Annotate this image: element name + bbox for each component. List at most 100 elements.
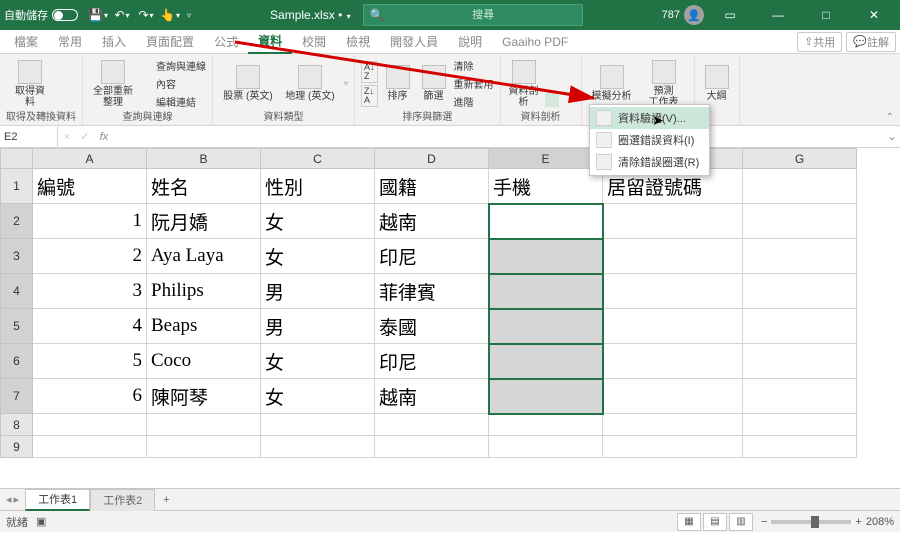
sheet-nav-next-icon[interactable]: ▸: [14, 493, 20, 506]
clear-filter-link[interactable]: 清除: [454, 58, 494, 74]
data-validation-button[interactable]: [545, 93, 559, 107]
minimize-icon[interactable]: —: [756, 0, 800, 30]
autosave-toggle[interactable]: 自動儲存: [4, 7, 78, 23]
tab-pagelayout[interactable]: 頁面配置: [136, 30, 204, 54]
tab-file[interactable]: 檔案: [4, 30, 48, 54]
tab-data[interactable]: 資料: [248, 30, 292, 54]
sort-az-button[interactable]: A↓Z: [361, 61, 378, 83]
sort-button[interactable]: 排序: [382, 63, 414, 104]
zoom-out-icon[interactable]: −: [761, 516, 767, 528]
zoom-slider[interactable]: [771, 520, 851, 524]
outline-icon: [705, 65, 729, 89]
from-table-icon[interactable]: [58, 94, 74, 110]
view-pagelayout-icon[interactable]: ▤: [703, 513, 727, 531]
tab-gaaiho[interactable]: Gaaiho PDF: [492, 30, 578, 54]
from-text-icon[interactable]: [58, 58, 74, 74]
search-input[interactable]: [391, 9, 576, 21]
save-icon[interactable]: 💾▾: [90, 7, 106, 23]
zoom-level[interactable]: 208%: [866, 516, 894, 528]
sort-za-button[interactable]: Z↓A: [361, 85, 378, 107]
status-mode: 就緒: [6, 514, 28, 530]
share-button[interactable]: ⇪ 共用: [797, 32, 842, 52]
record-macro-icon[interactable]: ▣: [36, 515, 46, 528]
whatif-button[interactable]: 模擬分析: [588, 63, 636, 104]
sort-icon: [386, 65, 410, 89]
comments-button[interactable]: 💬 註解: [846, 32, 896, 52]
relationships-icon[interactable]: [561, 77, 575, 91]
select-all-corner[interactable]: [1, 149, 33, 169]
filter-button[interactable]: 篩選: [418, 63, 450, 104]
geography-icon: [298, 65, 322, 89]
sheet-nav-prev-icon[interactable]: ◂: [6, 493, 12, 506]
outline-button[interactable]: 大綱: [701, 63, 733, 104]
spreadsheet-grid[interactable]: A B C D E F G 1 編號姓名性別國籍手機居留證號碼 2 1阮月嬌女越…: [0, 148, 900, 488]
ribbon-options-icon[interactable]: ▭: [708, 0, 752, 30]
user-badge[interactable]: 787 👤: [662, 5, 704, 25]
table-row: 6 5Coco女印尼: [1, 344, 857, 379]
menu-clear-circles[interactable]: 清除錯誤圈選(R): [590, 151, 709, 173]
status-bar: 就緒 ▣ ▦ ▤ ▥ − + 208%: [0, 510, 900, 532]
ribbon-tabs: 檔案 常用 插入 頁面配置 公式 資料 校閱 檢視 開發人員 說明 Gaaiho…: [0, 30, 900, 54]
forecast-icon: [652, 60, 676, 84]
advanced-link[interactable]: 進階: [454, 94, 494, 110]
sheet-tab-2[interactable]: 工作表2: [90, 489, 155, 511]
refresh-icon: [101, 60, 125, 84]
menu-circle-invalid[interactable]: 圈選錯誤資料(I): [590, 129, 709, 151]
fx-icon[interactable]: fx: [94, 131, 114, 143]
fx-cancel-icon[interactable]: ×: [58, 131, 76, 143]
tab-review[interactable]: 校閱: [292, 30, 336, 54]
tab-help[interactable]: 說明: [448, 30, 492, 54]
stocks-button[interactable]: 股票 (英文): [219, 63, 277, 104]
close-icon[interactable]: ✕: [852, 0, 896, 30]
maximize-icon[interactable]: □: [804, 0, 848, 30]
search-box[interactable]: 🔍: [363, 4, 583, 26]
sheet-tabs: ◂ ▸ 工作表1 工作表2 +: [0, 488, 900, 510]
manage-model-icon[interactable]: [561, 93, 575, 107]
touch-icon[interactable]: 👆▾: [162, 7, 178, 23]
text-to-columns-button[interactable]: 資料剖析: [507, 58, 541, 110]
refresh-all-button[interactable]: 全部重新整理: [89, 58, 137, 110]
collapse-ribbon-icon[interactable]: ⌃: [886, 112, 894, 123]
search-icon: 🔍: [370, 8, 385, 22]
validate-icon: [596, 110, 612, 126]
redo-icon[interactable]: ↷▾: [138, 7, 154, 23]
fx-confirm-icon[interactable]: ✓: [76, 130, 94, 143]
name-box[interactable]: E2: [0, 127, 58, 147]
circle-invalid-icon: [596, 132, 612, 148]
view-normal-icon[interactable]: ▦: [677, 513, 701, 531]
toggle-off-icon: [52, 9, 78, 21]
forecast-button[interactable]: 預測 工作表: [640, 58, 688, 110]
undo-icon[interactable]: ↶▾: [114, 7, 130, 23]
properties-link[interactable]: 內容: [141, 76, 206, 92]
expand-formula-icon[interactable]: ⌄: [884, 130, 900, 143]
table-row: 4 3Philips男菲律賓: [1, 274, 857, 309]
whatif-icon: [600, 65, 624, 89]
reapply-link[interactable]: 重新套用: [454, 76, 494, 92]
menu-data-validation[interactable]: 資料驗證(V)...: [590, 107, 709, 129]
tab-view[interactable]: 檢視: [336, 30, 380, 54]
consolidate-icon[interactable]: [545, 77, 559, 91]
tab-insert[interactable]: 插入: [92, 30, 136, 54]
tab-home[interactable]: 常用: [48, 30, 92, 54]
clear-circles-icon: [596, 154, 612, 170]
avatar-icon: 👤: [684, 5, 704, 25]
formula-bar: E2 × ✓ fx ⌄: [0, 126, 900, 148]
queries-link[interactable]: 查詢與連線: [141, 58, 206, 74]
flash-fill-icon[interactable]: [545, 61, 559, 75]
sheet-tab-1[interactable]: 工作表1: [25, 489, 90, 511]
edit-links-link[interactable]: 編輯連結: [141, 94, 206, 110]
tab-formulas[interactable]: 公式: [204, 30, 248, 54]
cursor-icon: ➤: [652, 112, 664, 129]
active-cell[interactable]: [489, 204, 603, 239]
column-headers[interactable]: A B C D E F G: [1, 149, 857, 169]
geography-button[interactable]: 地理 (英文): [281, 63, 339, 104]
get-data-button[interactable]: 取得資 料: [6, 58, 54, 110]
from-web-icon[interactable]: [58, 76, 74, 92]
view-pagebreak-icon[interactable]: ▥: [729, 513, 753, 531]
tab-developer[interactable]: 開發人員: [380, 30, 448, 54]
zoom-in-icon[interactable]: +: [855, 516, 861, 528]
add-sheet-button[interactable]: +: [155, 494, 177, 506]
remove-dup-icon[interactable]: [561, 61, 575, 75]
file-name[interactable]: Sample.xlsx • ▾: [270, 8, 351, 22]
table-row: 1 編號姓名性別國籍手機居留證號碼: [1, 169, 857, 204]
